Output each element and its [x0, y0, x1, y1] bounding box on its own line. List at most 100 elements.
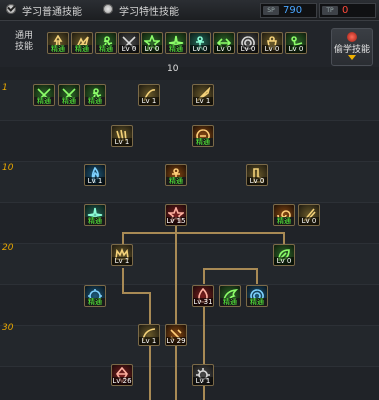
- common-skill-icon[interactable]: 精通: [165, 32, 187, 54]
- skill-badge: 精通: [274, 217, 294, 225]
- skill-badge: 精通: [166, 45, 186, 53]
- level-marker: 1: [2, 83, 8, 93]
- skill-badge: Lv 1: [193, 97, 213, 105]
- common-skill-icon[interactable]: Lv 0: [237, 32, 259, 54]
- skill-badge: 精通: [85, 298, 105, 306]
- skill-badge: Lv 0: [238, 45, 258, 53]
- skill-badge: Lv 0: [299, 217, 319, 225]
- tree-skill-icon[interactable]: 精通: [273, 204, 295, 226]
- skill-badge: 精通: [34, 97, 54, 105]
- skill-type-bar: 学习普通技能 学习特性技能 SP 790 TP 0: [0, 0, 379, 21]
- tree-skill-icon[interactable]: Lv 31: [192, 285, 214, 307]
- skill-badge: Lv 15: [166, 217, 186, 225]
- skill-badge: Lv 0: [119, 45, 139, 53]
- skill-badge: 精通: [166, 177, 186, 185]
- normal-skill-tab-label[interactable]: 学习普通技能: [22, 3, 82, 18]
- skill-badge: Lv 1: [112, 138, 132, 146]
- tree-skill-icon[interactable]: 精通: [33, 84, 55, 106]
- tree-skill-icon[interactable]: 精通: [165, 164, 187, 186]
- skill-badge: 精通: [48, 45, 68, 53]
- common-skill-icon[interactable]: Lv 0: [285, 32, 307, 54]
- skill-badge: 精通: [220, 298, 240, 306]
- sp-value: 790: [283, 5, 303, 16]
- skill-badge: 精通: [59, 97, 79, 105]
- learn-skill-icon: [347, 32, 357, 42]
- tree-row: [0, 121, 379, 162]
- tree-skill-icon[interactable]: Lv 1: [111, 244, 133, 266]
- tree-row: [0, 203, 379, 244]
- common-skill-icon[interactable]: Lv 0: [118, 32, 140, 54]
- skill-badge: Lv 0: [190, 45, 210, 53]
- common-skill-icon[interactable]: Lv 0: [213, 32, 235, 54]
- tree-row: [0, 367, 379, 400]
- skill-badge: Lv 0: [262, 45, 282, 53]
- tree-skill-icon[interactable]: Lv 0: [298, 204, 320, 226]
- special-skill-tab-label[interactable]: 学习特性技能: [119, 3, 179, 18]
- tree-skill-icon[interactable]: Lv 15: [165, 204, 187, 226]
- common-skill-icon[interactable]: 精通: [95, 32, 117, 54]
- skill-badge: Lv 1: [85, 177, 105, 185]
- tree-connector: [283, 232, 285, 244]
- tree-skill-icon[interactable]: Lv 0: [273, 244, 295, 266]
- skill-badge: 精通: [96, 45, 116, 53]
- tree-skill-icon[interactable]: 精通: [58, 84, 80, 106]
- tree-connector: [203, 268, 205, 284]
- common-skill-icon[interactable]: Lv 0: [141, 32, 163, 54]
- common-skill-icon[interactable]: 精通: [71, 32, 93, 54]
- tree-skill-icon[interactable]: Lv 0: [246, 164, 268, 186]
- dropdown-arrow-icon[interactable]: [348, 55, 356, 60]
- common-skill-icon[interactable]: Lv 0: [261, 32, 283, 54]
- tree-connector: [149, 292, 151, 400]
- tree-skill-icon[interactable]: Lv 1: [192, 84, 214, 106]
- tree-skill-icon[interactable]: Lv 29: [165, 324, 187, 346]
- tree-skill-icon[interactable]: 精通: [219, 285, 241, 307]
- tree-connector: [203, 268, 257, 270]
- skill-badge: Lv 0: [214, 45, 234, 53]
- skill-badge: Lv 0: [274, 257, 294, 265]
- tree-skill-icon[interactable]: 精通: [246, 285, 268, 307]
- skill-tree: [0, 80, 379, 400]
- skill-badge: Lv 1: [193, 377, 213, 385]
- tree-skill-icon[interactable]: Lv 1: [111, 125, 133, 147]
- sp-icon: SP: [263, 6, 279, 15]
- skill-badge: Lv 31: [193, 298, 213, 306]
- skill-badge: 精通: [193, 138, 213, 146]
- sp-counter: SP 790: [260, 3, 317, 18]
- tree-connector: [122, 268, 124, 292]
- level-marker: 30: [2, 323, 14, 333]
- level-marker: 10: [2, 163, 14, 173]
- tree-skill-icon[interactable]: 精通: [84, 84, 106, 106]
- tree-skill-icon[interactable]: Lv 1: [192, 364, 214, 386]
- tree-skill-icon[interactable]: Lv 26: [111, 364, 133, 386]
- learn-skill-button[interactable]: 偷学技能: [331, 28, 373, 66]
- common-skills-label: 通用 技能: [15, 31, 34, 52]
- skill-badge: 精通: [72, 45, 92, 53]
- tree-skill-icon[interactable]: 精通: [84, 285, 106, 307]
- common-skill-counter: 10: [167, 64, 179, 74]
- special-skill-radio[interactable]: [103, 4, 113, 14]
- tree-connector: [122, 232, 284, 234]
- tree-row: [0, 162, 379, 203]
- tp-value: 0: [342, 5, 349, 16]
- tree-skill-icon[interactable]: Lv 1: [84, 164, 106, 186]
- tree-row: [0, 285, 379, 326]
- common-skill-icon[interactable]: Lv 0: [189, 32, 211, 54]
- learn-skill-label: 偷学技能: [333, 45, 370, 55]
- common-skill-icon[interactable]: 精通: [47, 32, 69, 54]
- tree-connector: [256, 268, 258, 284]
- tree-skill-icon[interactable]: 精通: [84, 204, 106, 226]
- tree-skill-icon[interactable]: Lv 1: [138, 84, 160, 106]
- tp-counter: TP 0: [319, 3, 376, 18]
- tree-skill-icon[interactable]: Lv 1: [138, 324, 160, 346]
- skill-badge: Lv 1: [112, 257, 132, 265]
- normal-skill-radio[interactable]: [6, 4, 16, 14]
- skill-badge: Lv 1: [139, 97, 159, 105]
- tree-connector: [122, 292, 150, 294]
- skill-badge: Lv 0: [247, 177, 267, 185]
- tree-row: [0, 326, 379, 367]
- skill-badge: 精通: [247, 298, 267, 306]
- tree-skill-icon[interactable]: 精通: [192, 125, 214, 147]
- skill-badge: 精通: [85, 97, 105, 105]
- skill-badge: Lv 0: [286, 45, 306, 53]
- skill-badge: Lv 1: [139, 337, 159, 345]
